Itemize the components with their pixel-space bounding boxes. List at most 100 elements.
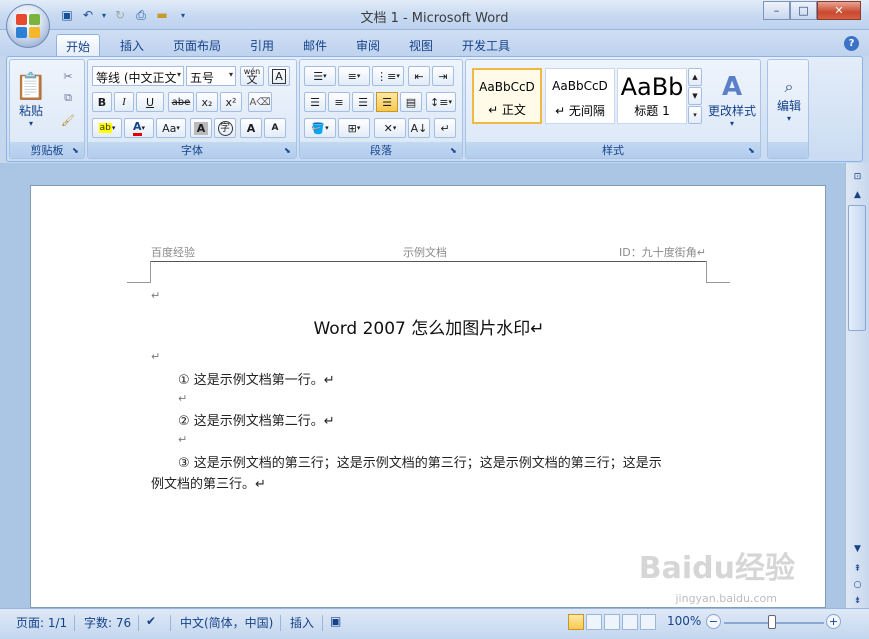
align-left-button[interactable]: ☰ [304, 92, 326, 112]
phonetic-guide-button[interactable]: wén 文 [240, 66, 264, 86]
tab-view[interactable]: 视图 [400, 34, 442, 56]
ruler-toggle-icon[interactable]: ⊡ [848, 169, 867, 185]
close-button[interactable]: ✕ [817, 1, 861, 20]
minimize-button[interactable]: – [763, 1, 790, 20]
document-page[interactable]: 百度经验 示例文档 ID：九十度街角↵ ↵ Word 2007 怎么加图片水印↵… [30, 185, 826, 608]
format-painter-button[interactable]: 🖌 [58, 110, 78, 130]
shading-button[interactable]: 🪣 ▾ [304, 118, 336, 138]
chinese-layout-button[interactable]: ✕ ▾ [374, 118, 406, 138]
align-right-button[interactable]: ☰ [352, 92, 374, 112]
help-icon[interactable]: ? [844, 36, 859, 51]
italic-button[interactable]: I [114, 92, 134, 112]
tab-references[interactable]: 引用 [241, 34, 283, 56]
select-browse-object-button[interactable]: ○ [848, 577, 867, 593]
align-center-button[interactable]: ≡ [328, 92, 350, 112]
increase-indent-button[interactable]: ⇥ [432, 66, 454, 86]
styles-scroll-down-button[interactable]: ▼ [688, 87, 702, 105]
multilevel-list-button[interactable]: ⋮≡ ▾ [372, 66, 404, 86]
change-styles-button[interactable]: A 更改样式 ▾ [706, 64, 758, 136]
maximize-button[interactable]: □ [790, 1, 817, 20]
tab-page-layout[interactable]: 页面布局 [164, 34, 230, 56]
cut-button[interactable]: ✂ [58, 66, 78, 86]
decrease-indent-button[interactable]: ⇤ [408, 66, 430, 86]
word-count[interactable]: 字数: 76 [84, 614, 131, 631]
style-no-spacing[interactable]: AaBbCcD ↵ 无间隔 [545, 68, 615, 124]
numbered-list-icon: ≡ [347, 69, 357, 83]
editing-group: ⌕ 编辑 ▾ [767, 59, 809, 159]
styles-scroll-up-button[interactable]: ▲ [688, 68, 702, 86]
character-border-button[interactable]: A [268, 66, 290, 86]
copy-button[interactable]: ⧉ [58, 88, 78, 108]
superscript-button[interactable]: x² [220, 92, 242, 112]
outdent-icon: ⇤ [414, 69, 424, 83]
style-normal[interactable]: AaBbCcD ↵ 正文 [472, 68, 542, 124]
shrink-font-button[interactable]: A [264, 118, 286, 138]
previous-page-button[interactable]: ⇞ [848, 561, 867, 577]
print-layout-view-button[interactable] [568, 614, 584, 630]
enclose-characters-button[interactable]: 字 [214, 118, 236, 138]
paragraph-group-label: 段落 [300, 142, 462, 158]
font-size-combo[interactable]: 五号 ▾ [186, 66, 236, 86]
numbering-button[interactable]: ≡ ▾ [338, 66, 370, 86]
tab-insert[interactable]: 插入 [111, 34, 153, 56]
strikethrough-button[interactable]: abe [168, 92, 194, 112]
line-spacing-button[interactable]: ↕≡ ▾ [426, 92, 456, 112]
tab-mailings[interactable]: 邮件 [294, 34, 336, 56]
scroll-up-button[interactable]: ▲ [848, 187, 867, 203]
line-spacing-icon: ↕≡ [430, 95, 449, 109]
insert-mode-indicator[interactable]: 插入 [290, 614, 314, 631]
bullets-button[interactable]: ☰ ▾ [304, 66, 336, 86]
page-count[interactable]: 页面: 1/1 [16, 614, 67, 631]
show-marks-button[interactable]: ↵ [434, 118, 456, 138]
style-heading-1[interactable]: AaBb 标题 1 [617, 68, 687, 124]
dialog-launcher-icon[interactable]: ⬊ [72, 146, 82, 156]
next-page-button[interactable]: ⇟ [848, 593, 867, 609]
zoom-in-button[interactable]: + [826, 614, 841, 629]
dialog-launcher-icon[interactable]: ⬊ [450, 146, 460, 156]
underline-button[interactable]: U [136, 92, 164, 112]
borders-button[interactable]: ⊞ ▾ [338, 118, 370, 138]
proofing-icon[interactable]: ✔ [146, 614, 156, 628]
sort-icon: A↓ [410, 121, 428, 135]
language-indicator[interactable]: 中文(简体，中国) [180, 614, 273, 631]
change-styles-icon: A [721, 72, 743, 102]
scrollbar-thumb[interactable] [848, 205, 866, 331]
document-title: Word 2007 怎么加图片水印↵ [313, 319, 545, 339]
dialog-launcher-icon[interactable]: ⬊ [284, 146, 294, 156]
font-name-combo[interactable]: 等线 (中文正文 ▾ [92, 66, 184, 86]
grow-font-button[interactable]: A [240, 118, 262, 138]
change-case-button[interactable]: Aa ▾ [156, 118, 186, 138]
subscript-button[interactable]: x₂ [196, 92, 218, 112]
character-shading-button[interactable]: A [190, 118, 212, 138]
paste-button[interactable]: 📋 粘贴 ▾ [14, 64, 48, 136]
draft-view-button[interactable] [640, 614, 656, 630]
zoom-slider-thumb[interactable] [768, 615, 776, 629]
zoom-out-button[interactable]: − [706, 614, 721, 629]
font-color-icon: A [132, 120, 142, 136]
tab-developer[interactable]: 开发工具 [453, 34, 519, 56]
office-button[interactable] [6, 4, 50, 48]
vertical-scrollbar[interactable]: ⊡ ▲ ▼ ⇞ ○ ⇟ [845, 163, 869, 608]
editing-button[interactable]: ⌕ 编辑 ▾ [772, 64, 806, 136]
font-color-button[interactable]: A ▾ [124, 118, 154, 138]
dialog-launcher-icon[interactable]: ⬊ [748, 146, 758, 156]
outline-view-button[interactable] [622, 614, 638, 630]
tab-review[interactable]: 审阅 [347, 34, 389, 56]
justify-button[interactable]: ☰ [376, 92, 398, 112]
status-bar: 页面: 1/1 字数: 76 ✔ 中文(简体，中国) 插入 ▣ 100% − + [0, 608, 869, 639]
highlight-button[interactable]: ab ▾ [92, 118, 122, 138]
zoom-level[interactable]: 100% [667, 614, 701, 628]
full-screen-reading-view-button[interactable] [586, 614, 602, 630]
highlighter-icon: ab [98, 123, 112, 133]
bold-button[interactable]: B [92, 92, 112, 112]
distributed-icon: ▤ [405, 95, 417, 109]
web-layout-view-button[interactable] [604, 614, 620, 630]
paragraph-mark: ↵ [151, 289, 161, 302]
styles-more-button[interactable]: ▾ [688, 106, 702, 124]
scroll-down-button[interactable]: ▼ [848, 541, 867, 557]
sort-button[interactable]: A↓ [408, 118, 430, 138]
tab-home[interactable]: 开始 [56, 34, 101, 56]
distributed-button[interactable]: ▤ [400, 92, 422, 112]
clear-formatting-button[interactable]: A⌫ [248, 92, 272, 112]
macro-record-icon[interactable]: ▣ [330, 614, 341, 628]
